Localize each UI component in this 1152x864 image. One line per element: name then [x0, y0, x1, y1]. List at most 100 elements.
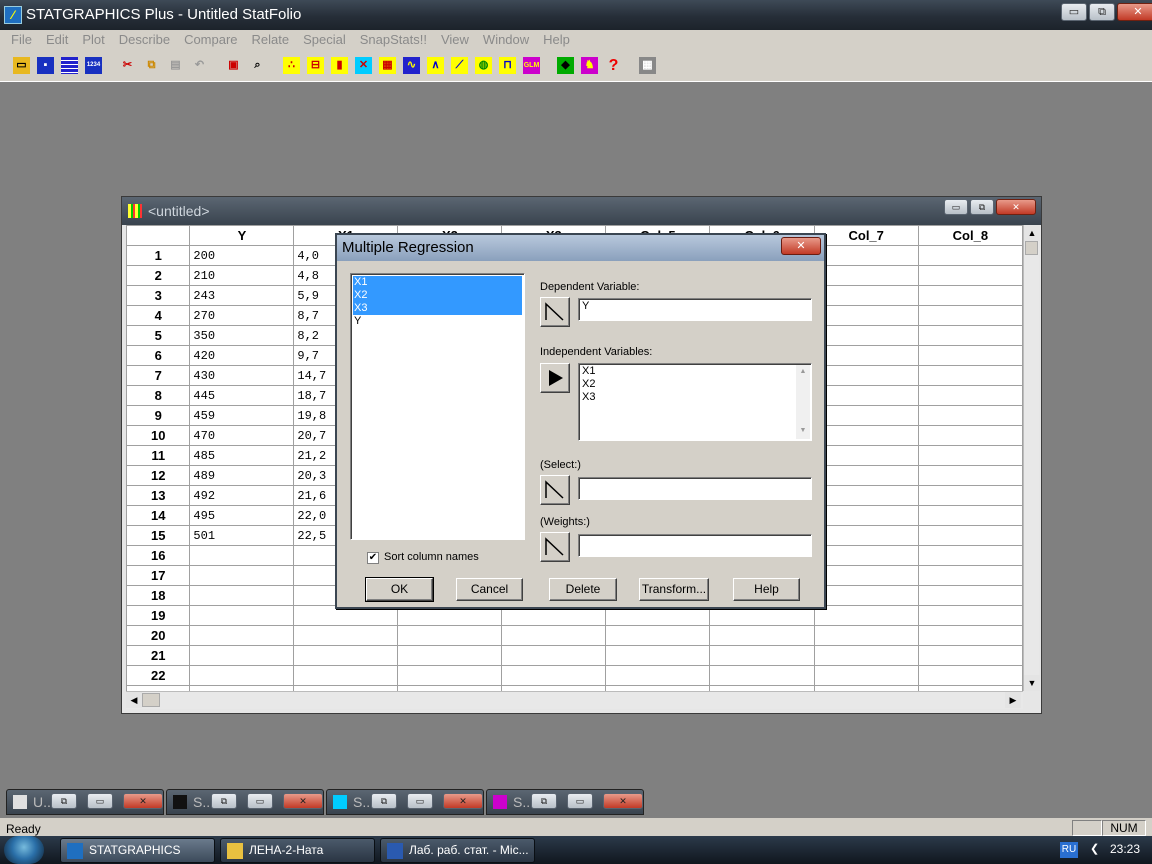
control-chart-icon[interactable]: ⊓ [496, 53, 519, 78]
table-cell[interactable] [293, 625, 399, 646]
table-cell[interactable] [813, 485, 919, 506]
scroll-up-icon[interactable]: ▲ [796, 365, 810, 378]
table-cell[interactable]: 470 [189, 425, 295, 446]
table-cell[interactable] [813, 285, 919, 306]
table-cell[interactable] [397, 625, 503, 646]
taskbar-item-statgraphics[interactable]: STATGRAPHICS Plus... [60, 838, 215, 863]
table-cell[interactable] [605, 645, 711, 666]
copy-icon[interactable]: ⧉ [140, 53, 163, 78]
ok-button[interactable]: OK [365, 577, 434, 602]
menu-relate[interactable]: Relate [245, 30, 297, 50]
distribution-icon[interactable]: ∧ [424, 53, 447, 78]
table-cell[interactable]: 210 [189, 265, 295, 286]
list-item[interactable]: X2 [582, 378, 808, 391]
maximize-button[interactable]: ▭ [87, 793, 113, 809]
tray-expand-icon[interactable]: ❮ [1090, 842, 1099, 855]
variable-list[interactable]: X1 X2 X3 Y [350, 273, 525, 540]
save-icon[interactable]: ▪ [34, 53, 57, 78]
independent-scrollbar[interactable]: ▲ ▼ [796, 365, 810, 439]
table-cell[interactable]: 430 [189, 365, 295, 386]
menu-describe[interactable]: Describe [112, 30, 177, 50]
scroll-up-icon[interactable]: ▲ [1024, 225, 1040, 241]
select-arrow-button[interactable] [540, 475, 570, 505]
table-cell[interactable] [709, 645, 815, 666]
table-cell[interactable] [813, 325, 919, 346]
table-cell[interactable] [605, 665, 711, 686]
clock[interactable]: 23:23 [1110, 842, 1140, 856]
table-cell[interactable] [813, 525, 919, 546]
wizard-icon[interactable]: ♞ [578, 53, 601, 78]
corner-header[interactable] [126, 225, 191, 246]
statgraphics-app-icon[interactable]: ⁄ [4, 6, 22, 24]
minimized-window[interactable]: S... ⧉ ▭ ✕ [486, 789, 644, 815]
list-item[interactable]: Y [353, 315, 522, 328]
sort-column-names-checkbox[interactable]: ✔ [367, 552, 379, 564]
menu-file[interactable]: File [4, 30, 39, 50]
help-icon[interactable]: ? [602, 53, 625, 78]
column-header[interactable]: Y [189, 225, 295, 246]
independent-arrow-button[interactable] [540, 363, 570, 393]
menu-snapstats[interactable]: SnapStats!! [353, 30, 434, 50]
table-cell[interactable] [813, 365, 919, 386]
row-header[interactable]: 17 [126, 565, 191, 586]
start-button[interactable] [4, 836, 44, 864]
table-cell[interactable] [917, 285, 1023, 306]
datasheet-title-bar[interactable]: <untitled> [122, 197, 1041, 225]
table-cell[interactable] [293, 645, 399, 666]
matrix-plot-icon[interactable]: ▦ [376, 53, 399, 78]
table-cell[interactable] [917, 645, 1023, 666]
scroll-left-icon[interactable]: ◀ [126, 692, 142, 708]
table-cell[interactable] [813, 445, 919, 466]
table-cell[interactable] [813, 465, 919, 486]
row-header[interactable]: 18 [126, 585, 191, 606]
row-header[interactable]: 21 [126, 645, 191, 666]
xyplot-icon[interactable]: ✕ [352, 53, 375, 78]
barchart-icon[interactable]: ▮ [328, 53, 351, 78]
row-header[interactable]: 6 [126, 345, 191, 366]
column-header[interactable]: Col_8 [917, 225, 1023, 246]
table-cell[interactable] [917, 245, 1023, 266]
table-cell[interactable] [709, 625, 815, 646]
close-button[interactable]: ✕ [1117, 3, 1152, 21]
table-cell[interactable] [293, 665, 399, 686]
horizontal-scrollbar[interactable]: ◀ ▶ [126, 691, 1023, 709]
dialog-close-button[interactable]: ✕ [781, 237, 821, 255]
print-icon[interactable]: ▣ [222, 53, 245, 78]
dialog-title-bar[interactable]: Multiple Regression [337, 235, 824, 261]
menu-edit[interactable]: Edit [39, 30, 75, 50]
maximize-button[interactable]: ▭ [567, 793, 593, 809]
close-button[interactable]: ✕ [123, 793, 163, 809]
minimized-window[interactable]: S... ⧉ ▭ ✕ [166, 789, 324, 815]
undo-icon[interactable]: ↶ [188, 53, 211, 78]
table-cell[interactable] [917, 365, 1023, 386]
close-button[interactable]: ✕ [283, 793, 323, 809]
row-header[interactable]: 3 [126, 285, 191, 306]
table-cell[interactable] [501, 645, 607, 666]
table-cell[interactable] [189, 545, 295, 566]
table-cell[interactable] [813, 605, 919, 626]
vertical-scrollbar[interactable]: ▲ ▼ [1023, 225, 1040, 691]
paste-icon[interactable]: ▤ [164, 53, 187, 78]
row-header[interactable]: 15 [126, 525, 191, 546]
restore-button[interactable]: ⧉ [1089, 3, 1115, 21]
table-cell[interactable] [813, 265, 919, 286]
row-header[interactable]: 16 [126, 545, 191, 566]
table-cell[interactable] [605, 625, 711, 646]
table-cell[interactable] [813, 425, 919, 446]
boxplot-icon[interactable]: ⊟ [304, 53, 327, 78]
calculator-icon[interactable]: ▦ [636, 53, 659, 78]
table-cell[interactable]: 445 [189, 385, 295, 406]
glm-icon[interactable]: GLM [520, 53, 543, 78]
delete-button[interactable]: Delete [549, 578, 617, 601]
table-cell[interactable]: 420 [189, 345, 295, 366]
list-item[interactable]: X1 [582, 365, 808, 378]
table-cell[interactable] [917, 425, 1023, 446]
table-cell[interactable] [917, 525, 1023, 546]
table-cell[interactable]: 459 [189, 405, 295, 426]
taskbar-item-word[interactable]: Лаб. раб. стат. - Mic... [380, 838, 535, 863]
table-cell[interactable] [917, 545, 1023, 566]
row-header[interactable]: 4 [126, 305, 191, 326]
taskbar-item-folder[interactable]: ЛЕНА-2-Ната [220, 838, 375, 863]
table-cell[interactable] [189, 585, 295, 606]
list-item[interactable]: X3 [353, 302, 522, 315]
